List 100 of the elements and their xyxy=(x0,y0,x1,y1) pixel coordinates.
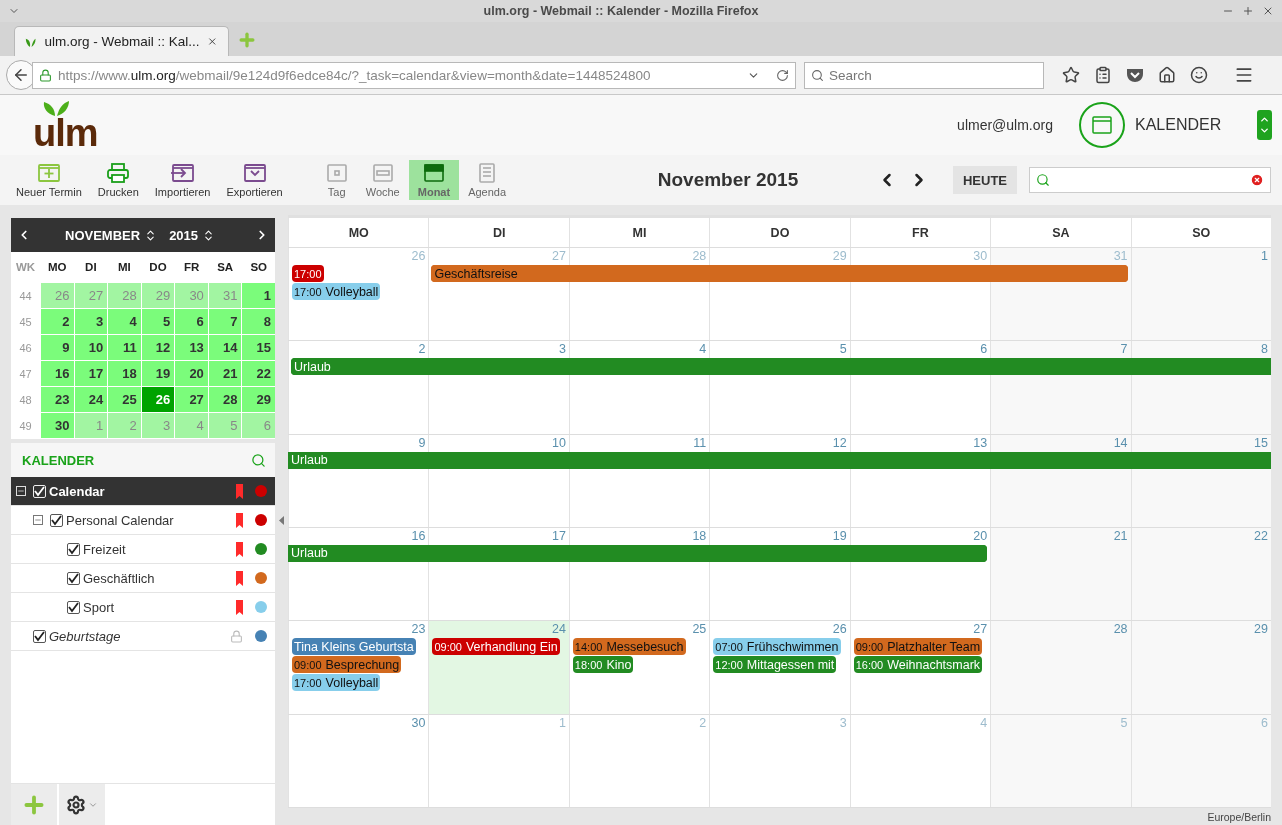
mini-calendar-day[interactable]: 24 xyxy=(74,387,108,412)
collapse-handle-icon[interactable] xyxy=(279,515,284,525)
lock-icon xyxy=(39,68,52,82)
mini-calendar-day[interactable]: 16 xyxy=(41,361,74,386)
checkbox[interactable] xyxy=(50,513,63,527)
mini-calendar-day[interactable]: 10 xyxy=(74,335,108,360)
close-icon[interactable] xyxy=(1262,5,1274,17)
search-field[interactable] xyxy=(1029,167,1271,193)
calendar-event[interactable]: 17:00 xyxy=(292,265,324,282)
view-tab[interactable]: Woche xyxy=(356,160,409,200)
mini-calendar-day[interactable]: 30 xyxy=(41,413,74,438)
calendar-event[interactable]: 07:00 Frühschwimmen xyxy=(713,638,841,656)
checkbox[interactable] xyxy=(67,600,80,614)
calendar-event[interactable]: Tina Kleins Geburtsta xyxy=(292,638,416,656)
menu-icon[interactable] xyxy=(1234,65,1254,85)
mini-calendar-day[interactable]: 5 xyxy=(141,309,175,334)
mini-calendar-day[interactable]: 22 xyxy=(242,361,275,386)
mini-calendar-day[interactable]: 17 xyxy=(74,361,108,386)
mini-calendar-day[interactable]: 18 xyxy=(108,361,141,386)
day-number: 6 xyxy=(1261,714,1269,732)
star-icon[interactable] xyxy=(1062,66,1080,84)
pocket-icon[interactable] xyxy=(1126,67,1144,83)
mini-calendar-day[interactable]: 23 xyxy=(41,387,74,412)
year-select[interactable]: 2015 xyxy=(169,227,216,243)
mini-calendar-day[interactable]: 19 xyxy=(141,361,175,386)
maximize-icon[interactable] xyxy=(1242,5,1254,17)
checkbox[interactable] xyxy=(33,629,46,643)
day-number: 3 xyxy=(839,714,848,732)
today-button[interactable]: HEUTE xyxy=(952,166,1017,194)
mini-calendar-day[interactable]: 29 xyxy=(242,387,275,412)
toolbar-button[interactable]: Importieren xyxy=(146,160,219,200)
calendar-name: Freizeit xyxy=(83,541,127,557)
calendar-event[interactable]: 18:00 Kino xyxy=(572,656,634,674)
import-icon xyxy=(170,162,195,183)
home-icon[interactable] xyxy=(1158,66,1176,84)
mini-calendar-day[interactable]: 13 xyxy=(175,335,208,360)
week-number: 46 xyxy=(18,340,33,356)
day-number: 23 xyxy=(411,621,427,639)
export-icon xyxy=(242,162,267,183)
mini-calendar-day[interactable]: 21 xyxy=(208,361,242,386)
mini-calendar-day[interactable]: 8 xyxy=(242,309,275,334)
month-select[interactable]: NOVEMBER xyxy=(65,227,158,243)
calendar-event[interactable]: Urlaub xyxy=(288,545,988,562)
mini-calendar-day[interactable]: 6 xyxy=(175,309,208,334)
view-tab[interactable]: Monat xyxy=(408,160,460,200)
calendar-event[interactable]: 12:00 Mittagessen mit xyxy=(713,656,837,674)
today-cell[interactable]: 24 09:00 Verhandlung Ein xyxy=(429,621,569,714)
close-icon[interactable] xyxy=(207,35,218,48)
browser-tab[interactable]: ulm.org - Webmail :: Kal... xyxy=(14,26,229,56)
calendar-event[interactable]: 09:00 Platzhalter Team xyxy=(853,638,983,656)
mini-calendar-day[interactable]: 25 xyxy=(108,387,141,412)
day-number: 19 xyxy=(832,528,848,545)
url-text: https://www.ulm.org/webmail/9e124d9f6edce84c/?_task=calendar&view=month&date=1448524800 xyxy=(58,67,652,83)
calendar-event[interactable]: 09:00 Besprechung xyxy=(292,656,402,674)
checkbox[interactable] xyxy=(67,571,80,585)
clear-icon[interactable] xyxy=(1250,173,1264,187)
mini-calendar-day[interactable]: 15 xyxy=(242,335,275,360)
day-number: 28 xyxy=(1113,621,1129,639)
calendar-event[interactable]: Geschäftsreise xyxy=(431,265,1128,282)
collapse-icon[interactable] xyxy=(33,515,43,525)
toolbar-button[interactable]: Neuer Termin xyxy=(8,160,90,200)
month-title: November 2015 xyxy=(656,169,800,191)
toolbar-button[interactable]: Exportieren xyxy=(218,160,291,200)
settings-button[interactable] xyxy=(59,784,107,825)
reload-icon[interactable] xyxy=(776,68,789,82)
mini-calendar-day[interactable]: 1 xyxy=(242,283,275,308)
reading-list-icon[interactable] xyxy=(1094,66,1112,84)
weekday-heading: FR xyxy=(182,260,201,275)
weekday-heading: SA xyxy=(216,260,235,275)
view-tab[interactable]: Tag xyxy=(316,160,357,200)
search-field[interactable]: Search xyxy=(804,61,1044,89)
day-number: 1 xyxy=(558,714,567,732)
mini-calendar-day[interactable]: 4 xyxy=(108,309,141,334)
mini-calendar-day[interactable]: 11 xyxy=(108,335,141,360)
chat-icon[interactable] xyxy=(1190,66,1208,84)
view-tab[interactable]: Agenda xyxy=(459,160,516,200)
mini-calendar-day[interactable]: 2 xyxy=(41,309,74,334)
calendar-event[interactable]: 16:00 Weihnachtsmark xyxy=(853,656,983,674)
calendar-event[interactable]: 17:00 Volleyball xyxy=(292,674,381,692)
mini-calendar-day[interactable]: 7 xyxy=(208,309,242,334)
toolbar-button[interactable]: Drucken xyxy=(89,160,147,200)
day-number: 10 xyxy=(551,434,567,452)
calendar-event[interactable]: 17:00 Volleyball xyxy=(292,283,381,300)
calendar-event[interactable]: 14:00 Messebesuch xyxy=(572,638,686,656)
mini-calendar-day[interactable]: 20 xyxy=(175,361,208,386)
mini-calendar-day[interactable]: 9 xyxy=(41,335,74,360)
calendar-app-icon[interactable] xyxy=(1079,102,1125,148)
toggle-button[interactable] xyxy=(1257,110,1272,140)
day-number: 5 xyxy=(1120,714,1129,732)
up-icon xyxy=(1259,114,1270,125)
url-field[interactable]: https://www.ulm.org/webmail/9e124d9f6edce84c/?_task=calendar&view=month&date=1448524800 xyxy=(32,61,796,89)
mini-calendar-day[interactable]: 14 xyxy=(208,335,242,360)
mini-calendar-day[interactable]: 28 xyxy=(208,387,242,412)
checkbox[interactable] xyxy=(67,542,80,556)
user-email: ulmer@ulm.org xyxy=(957,117,1053,133)
mini-calendar-day[interactable]: 12 xyxy=(141,335,175,360)
mini-calendar-day[interactable]: 3 xyxy=(74,309,108,334)
calendar-event[interactable]: 09:00 Verhandlung Ein xyxy=(432,638,560,656)
mini-calendar-day[interactable]: 27 xyxy=(175,387,208,412)
search-icon[interactable] xyxy=(251,452,266,468)
